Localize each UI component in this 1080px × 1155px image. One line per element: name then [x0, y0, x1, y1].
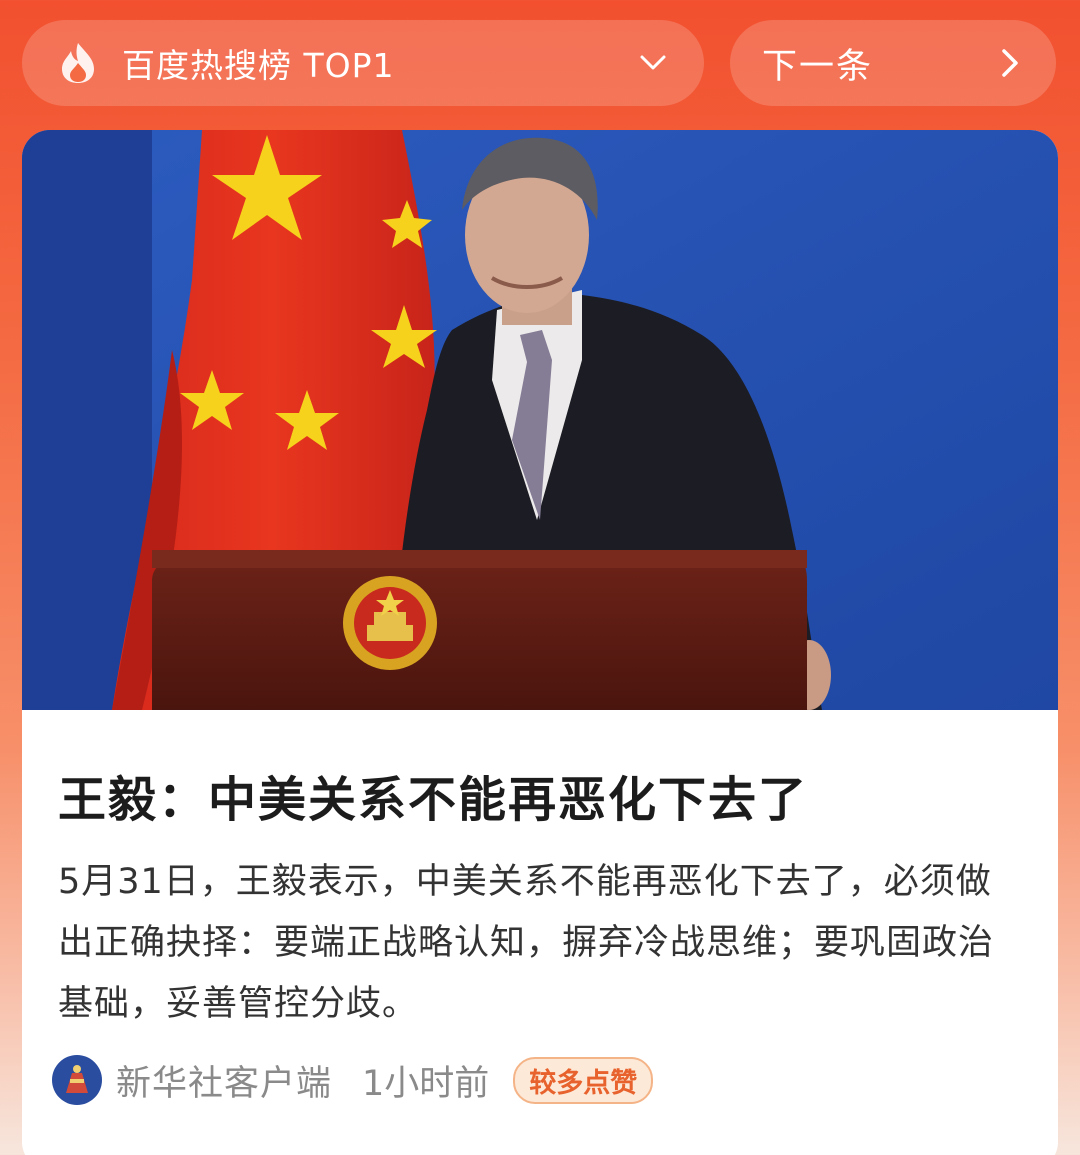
article-photo[interactable]: [22, 130, 1058, 710]
popularity-badge: 较多点赞: [513, 1056, 654, 1104]
next-item-button[interactable]: 下一条: [730, 20, 1056, 106]
publish-time: 1小时前: [362, 1063, 490, 1104]
hot-list-selector[interactable]: 百度热搜榜 TOP1: [22, 20, 704, 106]
chevron-right-icon: [996, 46, 1024, 80]
news-card[interactable]: 王毅：中美关系不能再恶化下去了 5月31日，王毅表示，中美关系不能再恶化下去了，…: [22, 130, 1058, 1155]
article-meta: 新华社客户端 1小时前 较多点赞: [52, 1050, 654, 1110]
chevron-down-icon[interactable]: [638, 48, 668, 78]
source-name[interactable]: 新华社客户端: [116, 1055, 332, 1106]
next-item-label: 下一条: [762, 46, 874, 87]
article-headline[interactable]: 王毅：中美关系不能再恶化下去了: [58, 760, 808, 830]
source-logo-icon: [52, 1055, 102, 1105]
flame-icon: [56, 41, 100, 85]
hot-list-title: 百度热搜榜 TOP1: [122, 46, 395, 85]
article-summary: 5月31日，王毅表示，中美关系不能再恶化下去了，必须做出正确抉择：要端正战略认知…: [58, 862, 995, 1024]
